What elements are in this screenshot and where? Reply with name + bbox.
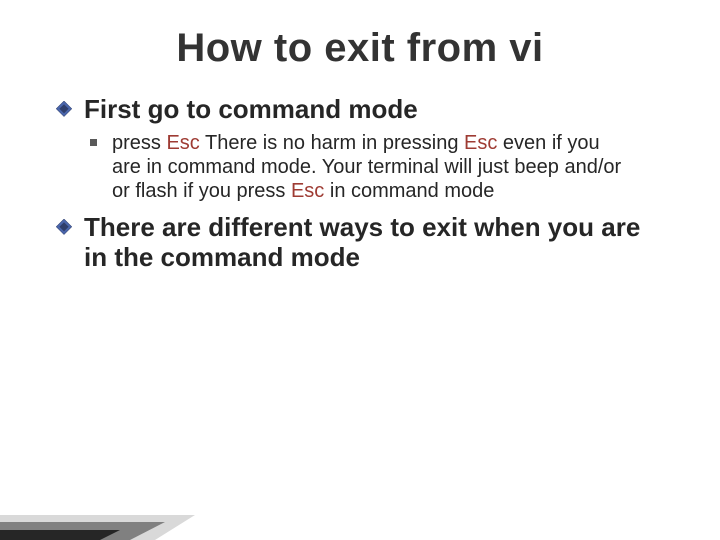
sub-bullet-item-0-0: press Esc There is no harm in pressing E… [112,131,632,203]
bullet-text: There are different ways to exit when yo… [84,213,656,273]
slide: How to exit from vi First go to command … [0,0,720,540]
sub-bullet-text: press Esc There is no harm in pressing E… [112,132,621,202]
bullet-item-0: First go to command mode [84,95,656,125]
slide-content: First go to command mode press Esc There… [0,71,720,273]
diamond-bullet-icon [56,101,72,122]
bullet-text: First go to command mode [84,95,656,125]
corner-decoration [0,480,240,540]
slide-title: How to exit from vi [0,0,720,71]
bullet-item-1: There are different ways to exit when yo… [84,213,656,273]
square-bullet-icon [90,139,97,146]
diamond-bullet-icon [56,219,72,240]
